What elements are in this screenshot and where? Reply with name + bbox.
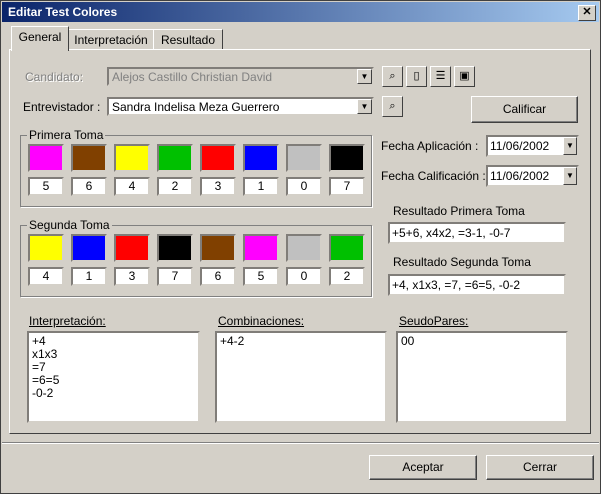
entrevistador-combo[interactable]: Sandra Indelisa Meza Guerrero ▼ — [107, 97, 374, 116]
primera-toma-label: Primera Toma — [27, 128, 106, 142]
segunda-toma-color-swatch[interactable] — [71, 234, 107, 262]
primera-toma-color-swatch[interactable] — [243, 144, 279, 172]
combinaciones-list[interactable]: +4-2 — [215, 331, 387, 423]
primera-toma-order-field[interactable]: 6 — [71, 177, 107, 196]
cerrar-button[interactable]: Cerrar — [486, 455, 594, 480]
primera-toma-color-swatch[interactable] — [28, 144, 64, 172]
binoculars-icon: ⌕ — [389, 70, 396, 82]
primera-toma-color-swatch[interactable] — [200, 144, 236, 172]
fecha-calificacion-picker[interactable]: 11/06/2002 ▼ — [486, 165, 579, 187]
segunda-toma-color-swatch[interactable] — [286, 234, 322, 262]
primera-toma-order-field[interactable]: 3 — [200, 177, 236, 196]
seudopares-label-text: SeudoPares: — [399, 314, 469, 328]
chevron-down-icon[interactable]: ▼ — [357, 99, 372, 114]
primera-toma-color-swatch[interactable] — [114, 144, 150, 172]
segunda-toma-color-swatch[interactable] — [114, 234, 150, 262]
segunda-toma-order-field[interactable]: 2 — [329, 267, 365, 286]
close-icon: ✕ — [582, 6, 592, 18]
list-item[interactable]: +4-2 — [220, 335, 382, 348]
candidato-combo[interactable]: Alejos Castillo Christian David ▼ — [107, 67, 374, 86]
resultado-segunda-label: Resultado Segunda Toma — [393, 255, 531, 269]
segunda-toma-color-swatch[interactable] — [200, 234, 236, 262]
primera-toma-order-field[interactable]: 1 — [243, 177, 279, 196]
chevron-down-icon[interactable]: ▼ — [563, 137, 577, 155]
cerrar-label: Cerrar — [522, 460, 557, 474]
primera-toma-order-field[interactable]: 0 — [286, 177, 322, 196]
entrevistador-label: Entrevistador : — [23, 100, 101, 114]
primera-toma-order-field[interactable]: 4 — [114, 177, 150, 196]
candidato-label: Candidato: — [25, 70, 84, 84]
primera-toma-color-swatch[interactable] — [329, 144, 365, 172]
document-list-icon: ☰ — [435, 70, 446, 82]
fecha-calificacion-value: 11/06/2002 — [490, 169, 550, 183]
segunda-toma-color-swatch[interactable] — [243, 234, 279, 262]
properties-button[interactable]: ▣ — [454, 66, 475, 87]
entrevistador-value: Sandra Indelisa Meza Guerrero — [112, 100, 280, 114]
interpretacion-label: Interpretación: — [29, 314, 106, 328]
segunda-toma-order-field[interactable]: 6 — [200, 267, 236, 286]
window-title: Editar Test Colores — [8, 5, 118, 19]
search-candidato-button[interactable]: ⌕ — [382, 66, 403, 87]
resultado-primera-field[interactable]: +5+6, x4x2, =3-1, -0-7 — [388, 222, 566, 244]
primera-toma-order-field[interactable]: 7 — [329, 177, 365, 196]
fecha-aplicacion-label: Fecha Aplicación : — [381, 139, 479, 153]
segunda-toma-label: Segunda Toma — [27, 218, 112, 232]
interpretacion-label-text: Interpretación: — [29, 314, 106, 328]
resultado-primera-label: Resultado Primera Toma — [393, 204, 525, 218]
fecha-aplicacion-picker[interactable]: 11/06/2002 ▼ — [486, 135, 579, 157]
primera-toma-color-swatch[interactable] — [157, 144, 193, 172]
list-item[interactable]: 00 — [401, 335, 563, 348]
calificar-button[interactable]: Calificar — [471, 96, 578, 123]
resultado-segunda-field[interactable]: +4, x1x3, =7, =6=5, -0-2 — [388, 274, 566, 296]
tab-general[interactable]: General — [11, 26, 69, 51]
seudopares-list[interactable]: 00 — [396, 331, 568, 423]
close-button[interactable]: ✕ — [578, 5, 596, 21]
new-document-button[interactable]: ▯ — [406, 66, 427, 87]
editar-test-colores-window: Editar Test Colores ✕ General Interpreta… — [0, 0, 601, 494]
interpretacion-list[interactable]: +4 x1x3 =7 =6=5 -0-2 — [27, 331, 200, 423]
properties-icon: ▣ — [459, 70, 470, 82]
combinaciones-label: Combinaciones: — [218, 314, 304, 328]
chevron-down-icon[interactable]: ▼ — [563, 167, 577, 185]
fecha-calificacion-label: Fecha Calificación : — [381, 169, 486, 183]
segunda-toma-order-field[interactable]: 4 — [28, 267, 64, 286]
aceptar-label: Aceptar — [402, 460, 444, 474]
candidato-value: Alejos Castillo Christian David — [112, 70, 273, 84]
document-list-button[interactable]: ☰ — [430, 66, 451, 87]
list-item[interactable]: -0-2 — [32, 387, 195, 400]
list-item[interactable]: =6=5 — [32, 374, 195, 387]
binoculars-icon: ⌕ — [389, 100, 396, 112]
seudopares-label: SeudoPares: — [399, 314, 468, 328]
tab-resultado-label: Resultado — [160, 33, 216, 47]
primera-toma-color-swatch[interactable] — [286, 144, 322, 172]
fecha-aplicacion-value: 11/06/2002 — [490, 139, 550, 153]
segunda-toma-order-field[interactable]: 3 — [114, 267, 150, 286]
title-bar[interactable]: Editar Test Colores ✕ — [2, 2, 599, 22]
tab-general-label: General — [18, 30, 62, 44]
tab-interpretacion[interactable]: Interpretación — [67, 29, 155, 50]
segunda-toma-color-swatch[interactable] — [28, 234, 64, 262]
search-entrevistador-button[interactable]: ⌕ — [382, 96, 403, 117]
segunda-toma-order-field[interactable]: 7 — [157, 267, 193, 286]
combinaciones-label-text: Combinaciones: — [218, 314, 305, 328]
segunda-toma-order-field[interactable]: 1 — [71, 267, 107, 286]
tab-resultado[interactable]: Resultado — [153, 29, 223, 50]
segunda-toma-color-swatch[interactable] — [329, 234, 365, 262]
aceptar-button[interactable]: Aceptar — [369, 455, 477, 480]
list-item[interactable]: x1x3 — [32, 348, 195, 361]
segunda-toma-order-field[interactable]: 0 — [286, 267, 322, 286]
segunda-toma-order-field[interactable]: 5 — [243, 267, 279, 286]
tab-interpretacion-label: Interpretación — [74, 33, 148, 47]
primera-toma-color-swatch[interactable] — [71, 144, 107, 172]
segunda-toma-color-swatch[interactable] — [157, 234, 193, 262]
calificar-label: Calificar — [502, 102, 547, 116]
primera-toma-order-field[interactable]: 5 — [28, 177, 64, 196]
chevron-down-icon[interactable]: ▼ — [357, 69, 372, 84]
primera-toma-order-field[interactable]: 2 — [157, 177, 193, 196]
footer-separator — [2, 442, 599, 444]
new-document-icon: ▯ — [413, 70, 420, 82]
